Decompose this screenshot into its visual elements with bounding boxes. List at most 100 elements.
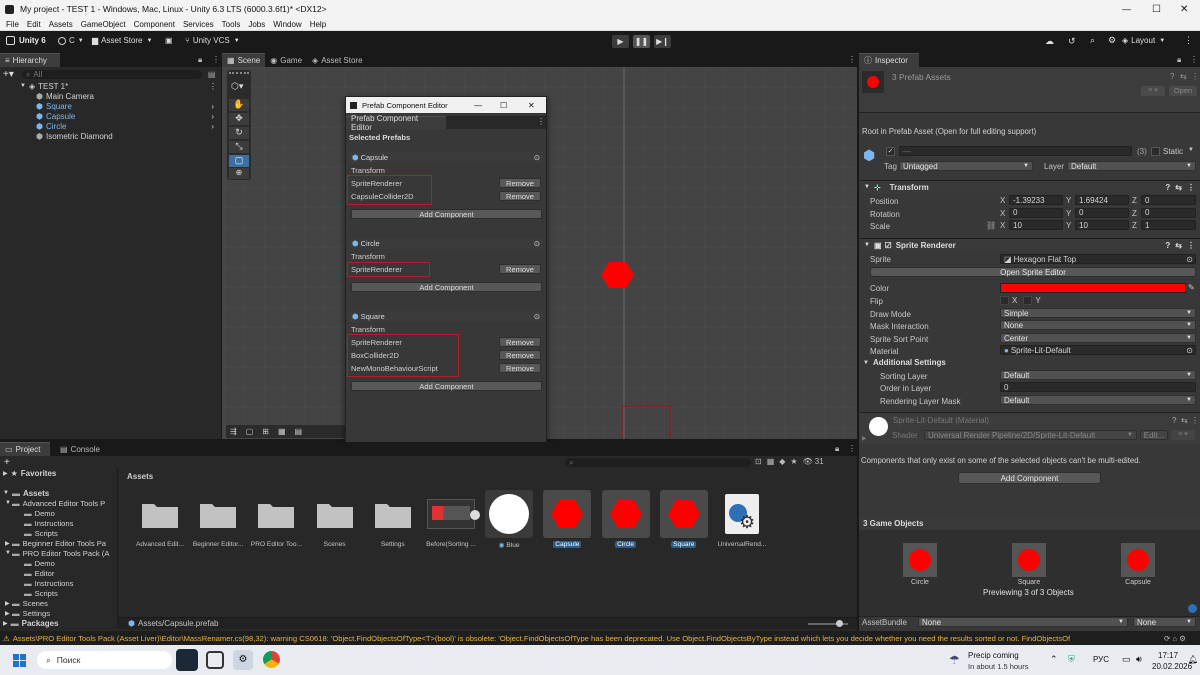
help-icon[interactable]: ? xyxy=(1170,72,1174,81)
tray-chevron-icon[interactable]: ⌃ xyxy=(1050,654,1058,665)
more-icon[interactable]: ⋮ xyxy=(537,117,545,126)
scene-row[interactable]: ▼ ◈ TEST 1* ⋮ xyxy=(20,81,220,91)
console-status-bar[interactable]: ⚠ Assets\PRO Editor Tools Pack (Asset Li… xyxy=(0,631,1200,645)
foldout-arrow-icon[interactable]: ▶ xyxy=(5,610,12,617)
sprite-renderer-header[interactable]: ▼ ▣ ☑ Sprite Renderer ? ⇆ ⋮ xyxy=(860,238,1200,251)
play-button[interactable]: ▶ xyxy=(612,35,629,48)
visibility-icon[interactable]: 👁︎ xyxy=(803,457,813,466)
position-y-axis-label[interactable]: Y xyxy=(1066,196,1071,205)
defender-icon[interactable]: ⛨ xyxy=(1068,654,1075,665)
inspector-add-component-button[interactable]: Add Component xyxy=(958,472,1101,484)
preview-corner-icon[interactable] xyxy=(1188,604,1197,613)
asset-item[interactable]: ⚙ UniversalRend... xyxy=(716,490,768,548)
project-folder-row[interactable]: ▶ ▬ Beginner Editor Tools Pa xyxy=(5,538,106,548)
open-prefab-button[interactable]: Open xyxy=(1169,86,1197,96)
preset-icon[interactable]: ⇆ xyxy=(1175,183,1182,192)
rotation-z-field[interactable]: 0 xyxy=(1141,207,1196,218)
menu-tools[interactable]: Tools xyxy=(222,20,241,29)
windows-start-icon[interactable] xyxy=(13,654,26,667)
rect-select-icon[interactable]: ▢ xyxy=(246,427,254,436)
menu-services[interactable]: Services xyxy=(183,20,214,29)
asset-item[interactable]: Circle xyxy=(600,490,652,548)
help-icon[interactable]: ? xyxy=(1165,241,1170,250)
scale-z-axis-label[interactable]: Z xyxy=(1132,221,1137,230)
unity-account-button[interactable]: Unity 6 xyxy=(6,36,46,45)
foldout-arrow-icon[interactable]: ▶ xyxy=(5,600,12,607)
rect-tool-icon[interactable]: ▢ xyxy=(229,155,249,167)
project-folder-row[interactable]: ▬ Scripts xyxy=(17,588,58,598)
settings-icon[interactable]: ⊙ xyxy=(534,312,540,321)
project-folder-row[interactable]: ▬ Demo xyxy=(17,558,55,568)
position-x-field[interactable]: -1.39233 xyxy=(1009,195,1063,205)
more-icon[interactable]: ⋮ xyxy=(1187,183,1195,192)
network-icon[interactable]: ▭ xyxy=(1122,654,1131,665)
favorites-row[interactable]: ▶ ★ Favorites xyxy=(3,468,56,478)
foldout-arrow-icon[interactable]: ▶ xyxy=(5,540,12,547)
eyedropper-icon[interactable]: ✎ xyxy=(1188,283,1195,292)
preview-item[interactable]: Square xyxy=(1012,543,1046,586)
taskbar-search-input[interactable]: ⌕ Поиск xyxy=(37,651,172,669)
project-folder-row[interactable]: ▼ ▬ Advanced Editor Tools P xyxy=(5,498,105,508)
more-icon[interactable]: ⋮ xyxy=(848,55,856,64)
filter-icon[interactable]: ▤ xyxy=(208,70,216,79)
preset-icon[interactable]: ⇆ xyxy=(1175,241,1182,250)
weather-title[interactable]: Precip coming xyxy=(968,651,1019,660)
pce-group-square[interactable]: ⬢ Square ⊙ xyxy=(349,311,543,322)
tab-project[interactable]: ▭ Project xyxy=(0,442,50,456)
hierarchy-item[interactable]: ⬢ Square › xyxy=(36,101,220,111)
name-field[interactable]: — xyxy=(899,146,1132,156)
enabled-checkbox[interactable]: ☑ xyxy=(885,241,892,250)
asset-item[interactable]: Before(Sorting ... xyxy=(425,490,480,548)
position-z-field[interactable]: 0 xyxy=(1141,195,1196,205)
object-picker-icon[interactable]: ⊙ xyxy=(1186,255,1193,264)
preset-icon[interactable]: ⇆ xyxy=(1181,416,1188,425)
more-icon[interactable]: ⋮ xyxy=(1191,72,1199,81)
asset-item[interactable]: Beginner Editor... xyxy=(192,490,244,548)
grid-snap-icon[interactable]: ⊞ xyxy=(262,427,269,436)
order-in-layer-field[interactable]: 0 xyxy=(1000,382,1196,392)
flip-y-checkbox[interactable] xyxy=(1023,296,1033,305)
more-icon[interactable]: ⋮ xyxy=(212,55,220,64)
search-icon[interactable]: ⌕ xyxy=(1090,35,1095,46)
weather-subtitle[interactable]: In about 1.5 hours xyxy=(968,662,1028,671)
clock-date[interactable]: 20.02.2026 xyxy=(1152,662,1192,671)
assets-row[interactable]: ▼ ▬ Assets xyxy=(3,488,49,498)
asset-item[interactable]: Scenes xyxy=(309,490,361,548)
tag-dropdown[interactable]: Untagged ▼ xyxy=(899,161,1033,171)
sorting-layer-dropdown[interactable]: Default ▼ xyxy=(1000,370,1196,380)
static-checkbox[interactable] xyxy=(1151,147,1160,156)
foldout-arrow-icon[interactable]: ▶ xyxy=(862,435,867,442)
rotation-y-axis-label[interactable]: Y xyxy=(1066,209,1071,218)
position-x-axis-label[interactable]: X xyxy=(1000,196,1005,205)
hand-tool-icon[interactable]: ✋ xyxy=(229,99,249,111)
project-folder-row[interactable]: ▬ Instructions xyxy=(17,518,73,528)
color-field[interactable] xyxy=(1000,283,1186,293)
settings-gear-icon[interactable]: ⚙ xyxy=(1108,35,1116,46)
scale-tool-icon[interactable]: ⤡ xyxy=(229,141,249,153)
package-icon[interactable]: ▣ xyxy=(165,36,173,45)
project-folder-row[interactable]: ▬ Demo xyxy=(17,508,55,518)
settings-icon[interactable]: ⊙ xyxy=(534,153,540,162)
shader-dropdown[interactable]: Universal Render Pipeline/2D/Sprite-Lit-… xyxy=(924,430,1137,440)
project-folder-row[interactable]: ▶ ▬ Settings xyxy=(5,608,50,618)
scale-x-field[interactable]: 10 xyxy=(1009,220,1063,231)
open-prefab-arrow-icon[interactable]: › xyxy=(211,102,214,111)
asset-item[interactable]: Advanced Edit... xyxy=(134,490,186,548)
sprite-field[interactable]: ◪ Hexagon Flat Top ⊙ xyxy=(1000,254,1196,264)
search-by-type-icon[interactable]: ⊡ xyxy=(755,457,762,466)
steam-app-icon[interactable] xyxy=(176,649,198,671)
menu-window[interactable]: Window xyxy=(273,20,301,29)
weather-icon[interactable]: ☂ xyxy=(949,653,960,667)
hierarchy-item[interactable]: ⬢ Isometric Diamond xyxy=(36,131,220,141)
project-folder-row[interactable]: ▼ ▬ PRO Editor Tools Pack (A xyxy=(5,548,109,558)
open-prefab-arrow-icon[interactable]: › xyxy=(211,122,214,131)
maximize-button[interactable]: ☐ xyxy=(500,101,507,110)
scale-z-field[interactable]: 1 xyxy=(1141,220,1196,231)
lock-icon[interactable]: 🔒︎ xyxy=(1177,55,1181,65)
add-component-button[interactable]: Add Component xyxy=(351,282,542,292)
slider-handle[interactable] xyxy=(836,620,843,627)
asset-item[interactable]: Square xyxy=(658,490,710,548)
maximize-button[interactable]: ☐ xyxy=(1152,4,1161,15)
scale-x-axis-label[interactable]: X xyxy=(1000,221,1005,230)
more-icon[interactable]: ⋮ xyxy=(1184,35,1193,46)
